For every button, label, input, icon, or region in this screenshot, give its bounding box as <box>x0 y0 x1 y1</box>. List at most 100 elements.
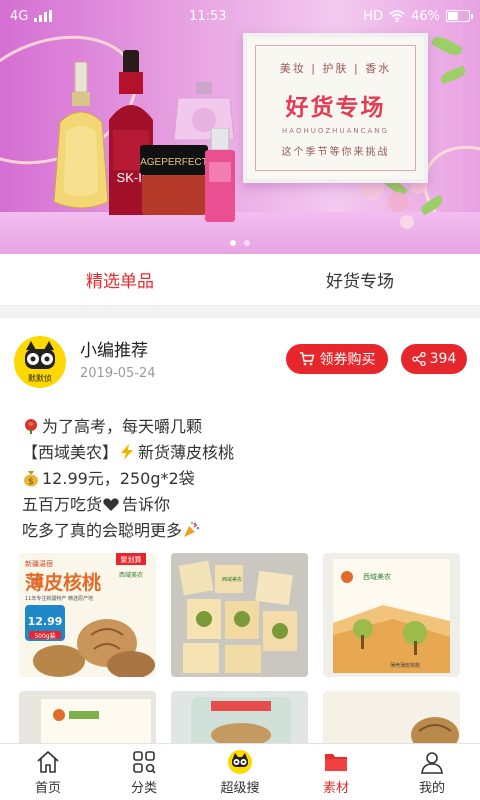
party-popper-icon <box>184 522 200 537</box>
share-icon <box>411 352 426 366</box>
flower-decoration <box>388 192 408 212</box>
lotion-bottle-image <box>205 128 235 222</box>
svg-text:薄皮核桃: 薄皮核桃 <box>25 571 101 594</box>
tab-good-deals[interactable]: 好货专场 <box>240 254 480 305</box>
svg-text:西域美农: 西域美农 <box>119 571 143 579</box>
post-line: 吃多了真的会聪明更多 <box>22 518 234 544</box>
promo-card[interactable]: 美妆 | 护肤 | 香水 好货专场 HAOHUOZHUANCANG 这个季节等你… <box>243 33 428 183</box>
post-line-text: 告诉你 <box>122 495 171 514</box>
cat-mascot-icon <box>228 749 252 774</box>
heart-icon <box>103 498 119 511</box>
svg-text:西域美农: 西域美农 <box>363 572 391 581</box>
post-date: 2019-05-24 <box>80 366 156 381</box>
post-line: 五百万吃货 告诉你 <box>22 492 234 518</box>
svg-text:11年专注新疆特产 精选原产地: 11年专注新疆特产 精选原产地 <box>25 595 93 602</box>
network-type: 4G <box>10 8 29 24</box>
wifi-icon <box>389 10 405 22</box>
author-name: 小编推荐 <box>80 341 148 361</box>
nav-super-search-label: 超级搜 <box>220 780 260 796</box>
cart-icon <box>299 352 314 366</box>
post-line: 为了高考，每天嚼几颗 <box>22 414 234 440</box>
walnut-package-photo <box>19 691 156 751</box>
nav-home-label: 首页 <box>34 780 61 796</box>
cat-mascot-icon: 默默侦 <box>25 341 55 383</box>
leaf-decoration <box>431 33 463 59</box>
walnut-jar-photo <box>171 691 308 751</box>
nav-materials-label: 素材 <box>322 780 349 796</box>
lightning-icon <box>121 444 134 460</box>
battery-percent: 46% <box>411 8 440 24</box>
post-line-text: 五百万吃货 <box>22 495 103 514</box>
carousel-dot-active[interactable] <box>230 240 236 246</box>
svg-text:聚划算: 聚划算 <box>121 555 142 564</box>
walnut-kernels-photo <box>323 691 460 751</box>
promo-title: 好货专场 <box>285 95 386 121</box>
cream-jar-image: AGEPERFECT <box>140 145 208 215</box>
nav-super-search[interactable]: 超级搜 <box>192 744 288 800</box>
post-image[interactable] <box>19 691 156 751</box>
svg-text:12.99: 12.99 <box>28 615 63 628</box>
svg-text:西域美农: 西域美农 <box>222 576 242 583</box>
nav-profile-label: 我的 <box>418 780 445 796</box>
segment-tabs: 精选单品 好货专场 <box>0 254 480 306</box>
claim-coupon-button[interactable]: 领券购买 <box>286 344 388 374</box>
post-line: $12.99元，250g*2袋 <box>22 466 234 492</box>
battery-icon <box>446 10 473 22</box>
post-line-text: 12.99元，250g*2袋 <box>42 469 195 488</box>
carousel-dot[interactable] <box>244 240 250 246</box>
clock: 11:53 <box>189 8 227 24</box>
walnut-bags-photo: 西域美农 <box>171 553 308 677</box>
bottom-navigation: 首页 分类 超级搜 素材 我的 <box>0 743 480 800</box>
post-image-grid: 聚划算 新疆温宿 薄皮核桃 西域美农 11年专注新疆特产 精选原产地 12.99… <box>19 553 461 751</box>
post-header: 默默侦 小编推荐 2019-05-24 领券购买 394 <box>0 318 480 404</box>
nav-materials[interactable]: 素材 <box>288 744 384 800</box>
promo-categories: 美妆 | 护肤 | 香水 <box>279 62 392 75</box>
post-image[interactable] <box>171 691 308 751</box>
signal-icon <box>34 10 53 22</box>
post-line-text: 吃多了真的会聪明更多 <box>22 521 183 540</box>
post-card: 默默侦 小编推荐 2019-05-24 领券购买 394 为了高考，每天嚼几颗 … <box>0 318 480 751</box>
post-line-text: 新货薄皮核桃 <box>138 443 235 462</box>
app-screen: SK-II AGEPERFECT 美妆 | 护肤 | 香水 好货专场 HAOHU… <box>0 0 480 800</box>
share-button[interactable]: 394 <box>401 344 467 374</box>
walnut-ad-image: 聚划算 新疆温宿 薄皮核桃 西域美农 11年专注新疆特产 精选原产地 12.99… <box>19 553 156 677</box>
share-count: 394 <box>429 351 457 367</box>
svg-text:新疆温宿: 新疆温宿 <box>25 559 53 568</box>
svg-text:薄壳薄皮核桃: 薄壳薄皮核桃 <box>390 662 420 669</box>
avatar[interactable]: 默默侦 <box>14 336 66 388</box>
promo-card-frame: 美妆 | 护肤 | 香水 好货专场 HAOHUOZHUANCANG 这个季节等你… <box>255 45 416 171</box>
promo-banner[interactable]: SK-II AGEPERFECT 美妆 | 护肤 | 香水 好货专场 HAOHU… <box>0 0 480 254</box>
nav-category-label: 分类 <box>130 780 157 796</box>
product-name-text: AGEPERFECT <box>140 157 208 168</box>
post-image[interactable]: 西域美农 <box>171 553 308 677</box>
post-line-text: 为了高考，每天嚼几颗 <box>42 417 203 436</box>
profile-icon <box>421 751 443 774</box>
rose-icon <box>25 419 37 434</box>
leaf-decoration <box>439 65 467 85</box>
nav-home[interactable]: 首页 <box>0 744 96 800</box>
post-text: 为了高考，每天嚼几颗 【西域美农】 新货薄皮核桃 $12.99元，250g*2袋 … <box>22 414 234 544</box>
carousel-indicator[interactable] <box>0 240 480 246</box>
avatar-caption: 默默侦 <box>28 373 52 383</box>
folder-icon <box>325 753 347 771</box>
money-bag-icon: $ <box>24 471 38 487</box>
post-image[interactable] <box>323 691 460 751</box>
svg-text:$: $ <box>28 477 34 487</box>
walnut-package-photo: 西域美农 薄壳薄皮核桃 <box>323 553 460 677</box>
home-icon <box>37 750 59 773</box>
nav-category[interactable]: 分类 <box>96 744 192 800</box>
svg-text:500g装: 500g装 <box>34 632 55 640</box>
post-line: 【西域美农】 新货薄皮核桃 <box>22 440 234 466</box>
promo-slogan: 这个季节等你来挑战 <box>281 147 390 158</box>
post-image[interactable]: 聚划算 新疆温宿 薄皮核桃 西域美农 11年专注新疆特产 精选原产地 12.99… <box>19 553 156 677</box>
post-image[interactable]: 西域美农 薄壳薄皮核桃 <box>323 553 460 677</box>
hd-indicator: HD <box>363 8 384 24</box>
claim-coupon-label: 领券购买 <box>319 352 376 368</box>
nav-profile[interactable]: 我的 <box>384 744 480 800</box>
category-icon <box>133 750 156 774</box>
promo-pinyin: HAOHUOZHUANCANG <box>282 127 389 135</box>
flower-decoration <box>400 215 414 229</box>
post-line-text: 【西域美农】 <box>22 443 119 462</box>
status-bar: 4G 11:53 HD 46% <box>0 0 480 32</box>
tab-featured-items[interactable]: 精选单品 <box>0 254 240 305</box>
